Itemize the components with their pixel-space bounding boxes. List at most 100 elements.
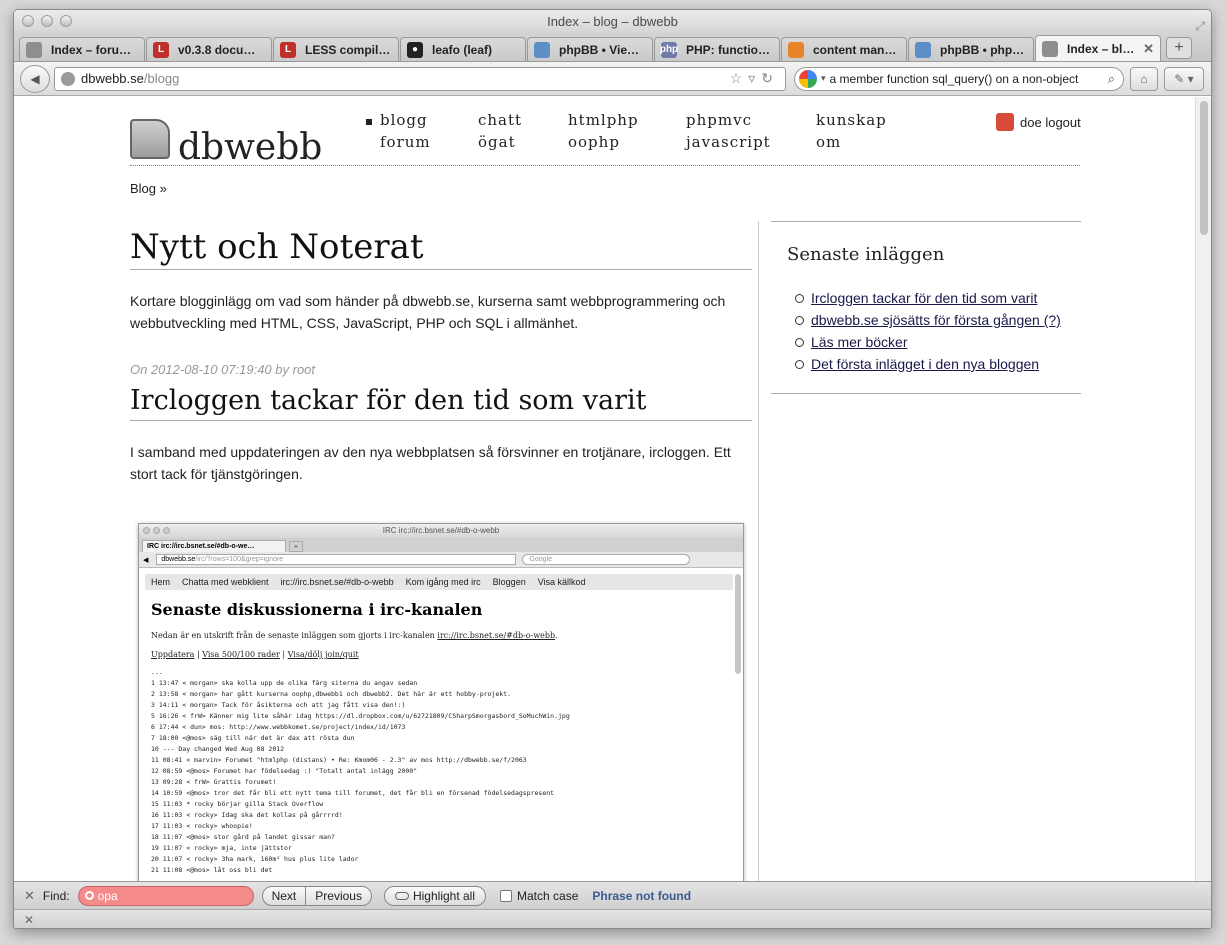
list-item: Det första inlägget i den nya bloggen xyxy=(787,353,1065,375)
column-divider xyxy=(758,221,759,881)
close-window-button[interactable] xyxy=(22,15,34,27)
browser-tab[interactable]: Index – foru… xyxy=(19,37,145,61)
browser-tab[interactable]: ● leafo (leaf) xyxy=(400,37,526,61)
find-next-button[interactable]: Next xyxy=(263,887,306,905)
post-screenshot-image: IRC irc://irc.bsnet.se/#db-o-webb IRC ir… xyxy=(138,523,744,881)
recent-post-link[interactable]: Ircloggen tackar för den tid som varit xyxy=(811,287,1037,309)
tab-favicon-icon xyxy=(534,41,550,58)
window-controls xyxy=(22,15,72,27)
recent-post-link[interactable]: Läs mer böcker xyxy=(811,331,907,353)
nav-link-oophp[interactable]: oophp xyxy=(568,133,620,151)
engine-dropdown-icon[interactable]: ▾ xyxy=(821,73,826,84)
browser-tab[interactable]: Lv0.3.8 docum… xyxy=(146,37,272,61)
scrollbar-thumb[interactable] xyxy=(1200,101,1208,235)
circle-bullet-icon xyxy=(795,316,804,325)
match-case-toggle[interactable]: Match case xyxy=(500,889,578,903)
close-find-icon[interactable]: ✕ xyxy=(24,888,35,904)
tab-favicon-icon xyxy=(1042,40,1058,57)
bookmark-star-icon[interactable]: ☆▿↻ xyxy=(730,70,779,87)
site-logo[interactable]: dbwebb xyxy=(130,109,322,168)
browser-tab[interactable]: phpBB • php… xyxy=(908,37,1034,61)
circle-bullet-icon xyxy=(795,294,804,303)
list-item: Ircloggen tackar för den tid som varit xyxy=(787,287,1065,309)
tab-favicon-icon: ● xyxy=(407,41,423,58)
find-previous-button[interactable]: Previous xyxy=(305,886,371,905)
window-title: Index – blog – dbwebb xyxy=(547,14,678,29)
recent-post-link[interactable]: Det första inlägget i den nya bloggen xyxy=(811,353,1039,375)
minimize-window-button[interactable] xyxy=(41,15,53,27)
match-case-checkbox[interactable] xyxy=(500,889,513,902)
search-icon[interactable]: ⌕ xyxy=(1108,71,1115,87)
screenshot-heading: Senaste diskussionerna i irc-kanalen xyxy=(151,600,483,619)
circle-bullet-icon xyxy=(795,338,804,347)
list-item: dbwebb.se sjösätts för första gången (?) xyxy=(787,309,1065,331)
screenshot-scrollbar xyxy=(735,574,741,674)
search-bar[interactable]: ▾ a member function sql_query() on a non… xyxy=(794,66,1124,91)
site-identity-icon[interactable] xyxy=(61,71,75,86)
google-engine-icon[interactable] xyxy=(799,69,817,88)
recent-post-link[interactable]: dbwebb.se sjösätts för första gången (?) xyxy=(811,309,1061,331)
nav-link-htmlphp[interactable]: htmlphp xyxy=(568,111,639,129)
navigation-toolbar: ◀ dbwebb.se/blogg ☆▿↻ ▾ a member functio… xyxy=(14,62,1211,96)
home-button[interactable]: ⌂ xyxy=(1130,66,1158,91)
logo-icon xyxy=(130,118,170,159)
nav-link-ogat[interactable]: ögat xyxy=(478,133,516,151)
search-input[interactable]: a member function sql_query() on a non-o… xyxy=(830,72,1108,86)
nav-link-blogg[interactable]: blogg xyxy=(380,111,428,129)
tab-label: PHP: function… xyxy=(686,42,773,57)
nav-link-chatt[interactable]: chatt xyxy=(478,111,522,129)
back-button[interactable]: ◀ xyxy=(20,64,50,93)
close-statusbar-icon[interactable]: ✕ xyxy=(24,913,34,927)
nav-link-forum[interactable]: forum xyxy=(380,133,431,151)
nav-link-kunskap[interactable]: kunskap xyxy=(816,111,887,129)
post-meta: On 2012-08-10 07:19:40 by root xyxy=(130,362,316,377)
page-title: Nytt och Noterat xyxy=(130,221,752,270)
tab-label: Index – foru… xyxy=(51,42,132,57)
tab-favicon-icon xyxy=(26,41,42,58)
browser-window: Index – blog – dbwebb ⤢ Index – foru… Lv0… xyxy=(13,9,1212,929)
page-scrollbar[interactable] xyxy=(1195,97,1211,881)
url-path: /blogg xyxy=(143,71,180,86)
tab-favicon-icon xyxy=(915,41,931,58)
nav-link-om[interactable]: om xyxy=(816,133,841,151)
find-input-value[interactable]: opa xyxy=(98,889,118,903)
new-tab-button[interactable]: + xyxy=(1166,37,1192,59)
screenshot-plus-icon: + xyxy=(289,541,303,552)
screenshot-back-icon: ◀ xyxy=(143,556,149,564)
nav-link-javascript[interactable]: javascript xyxy=(686,133,771,151)
screenshot-tab: IRC irc://irc.bsnet.se/#db-o-we… xyxy=(142,540,286,552)
find-bar: ✕ Find: opa Next Previous Highlight all … xyxy=(14,881,1211,909)
browser-tab[interactable]: Index – bl… ✕ xyxy=(1035,35,1161,61)
tab-label: v0.3.8 docum… xyxy=(178,42,265,57)
zoom-window-button[interactable] xyxy=(60,15,72,27)
header-divider xyxy=(130,165,1080,166)
browser-tab[interactable]: php PHP: function… xyxy=(654,37,780,61)
breadcrumb[interactable]: Blog » xyxy=(130,181,167,196)
tab-label: phpBB • php… xyxy=(940,42,1025,57)
sidebar-title: Senaste inläggen xyxy=(787,244,945,265)
browser-tab[interactable]: phpBB • Vie… xyxy=(527,37,653,61)
tools-menu-button[interactable]: ✎ ▾ xyxy=(1164,66,1204,91)
browser-tab[interactable]: L LESS compile… xyxy=(273,37,399,61)
tab-bar: Index – foru… Lv0.3.8 docum… L LESS compile… xyxy=(14,34,1211,62)
tab-close-icon[interactable]: ✕ xyxy=(1143,41,1154,57)
username-link[interactable]: doe xyxy=(1020,115,1042,130)
recent-posts-list: Ircloggen tackar för den tid som varit d… xyxy=(787,287,1065,375)
tab-favicon-icon xyxy=(788,41,804,58)
avatar[interactable] xyxy=(996,113,1014,131)
title-bar: Index – blog – dbwebb ⤢ xyxy=(14,10,1211,34)
tab-label: leafo (leaf) xyxy=(432,42,493,57)
highlight-icon xyxy=(394,891,409,900)
nav-link-phpmvc[interactable]: phpmvc xyxy=(686,111,752,129)
logout-link[interactable]: logout xyxy=(1045,115,1080,130)
post-body: I samband med uppdateringen av den nya w… xyxy=(130,444,731,482)
screenshot-window-title: IRC irc://irc.bsnet.se/#db-o-webb xyxy=(382,526,500,535)
find-status: Phrase not found xyxy=(592,888,692,903)
fullscreen-icon[interactable]: ⤢ xyxy=(1195,14,1205,38)
match-case-label: Match case xyxy=(517,888,579,903)
post-title[interactable]: Ircloggen tackar för den tid som varit xyxy=(130,385,752,421)
url-bar[interactable]: dbwebb.se/blogg ☆▿↻ xyxy=(54,66,786,91)
browser-tab[interactable]: content man… xyxy=(781,37,907,61)
find-input[interactable]: opa xyxy=(77,885,254,906)
highlight-all-button[interactable]: Highlight all xyxy=(383,885,487,906)
